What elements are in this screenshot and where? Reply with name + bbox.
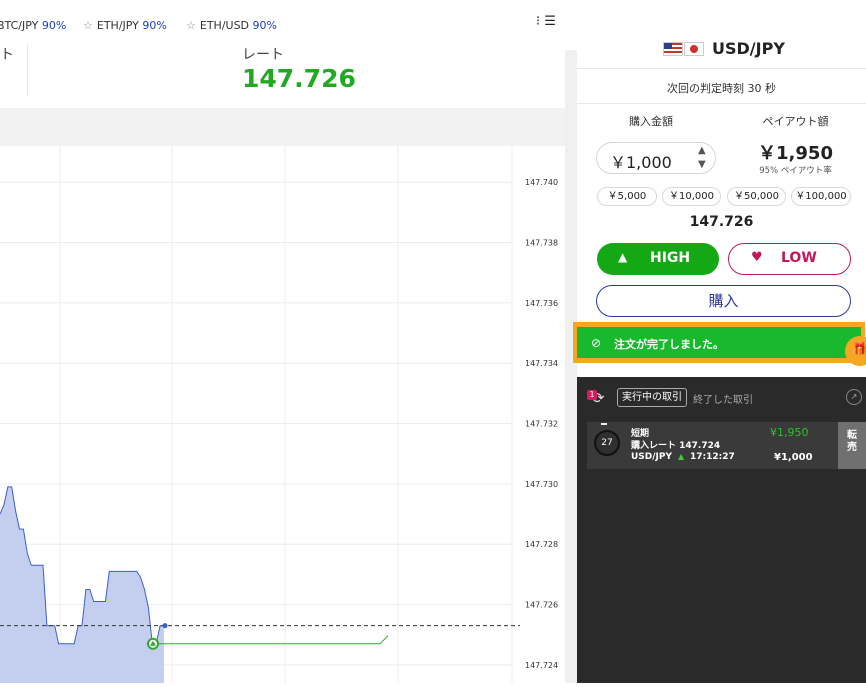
tab-closed-trades[interactable]: 終了した取引	[693, 391, 753, 406]
y-tick-label: 147.724	[525, 661, 558, 670]
current-point	[162, 623, 168, 629]
payout-rate: 95% ペイアウト率	[759, 166, 832, 176]
quick-amount-5000[interactable]: ￥5,000	[597, 187, 657, 206]
pair-name: ETH/USD	[199, 19, 250, 32]
pair-payout-pct: 90%	[142, 19, 167, 32]
buy-amount-label: 購入金額	[629, 115, 673, 128]
chart-canvas: 147.740 147.738 147.736 147.734 147.732 147.7…	[0, 146, 558, 683]
y-tick-label: 147.740	[525, 178, 558, 187]
trade-count-badge: 1	[587, 390, 597, 400]
series-area	[0, 486, 164, 683]
y-tick-label: 147.738	[525, 239, 558, 248]
trade-payout: ¥1,950	[770, 426, 809, 439]
purchase-label: 購入	[708, 292, 739, 310]
pair-title[interactable]: USD/JPY	[712, 39, 785, 58]
quick-amount-100000[interactable]: ￥100,000	[791, 187, 851, 206]
pair-name: BTC/JPY	[0, 19, 39, 32]
resell-label: 転売	[847, 430, 857, 453]
y-tick-label: 147.730	[525, 480, 558, 489]
external-link-icon[interactable]: ↗	[846, 389, 862, 405]
judgement-countdown: 次回の判定時刻 30 秒	[667, 82, 776, 95]
trade-amount: ¥1,000	[774, 452, 813, 463]
y-tick-label: 147.726	[525, 601, 558, 610]
triangle-up-icon: ▲	[678, 452, 685, 461]
chart-toolbar	[0, 108, 565, 146]
us-flag-icon	[663, 42, 683, 56]
gift-icon: 🎁	[852, 342, 866, 356]
menu-icon[interactable]: ⁝ ☰	[536, 14, 556, 29]
divider	[27, 44, 28, 96]
rate-label-truncated: ト	[0, 47, 14, 63]
star-icon[interactable]: ☆	[186, 19, 196, 32]
y-tick-label: 147.736	[525, 299, 558, 308]
rate-label: レート	[242, 47, 284, 63]
stepper-down-icon[interactable]: ▼	[698, 159, 706, 170]
payout-value: ￥1,950	[758, 143, 833, 164]
y-tick-label: 147.728	[525, 540, 558, 549]
timer-tick	[601, 423, 607, 425]
y-tick-label: 147.732	[525, 420, 558, 429]
trade-pair: USD/JPY	[631, 452, 673, 462]
quick-amount-10000[interactable]: ￥10,000	[662, 187, 721, 206]
pair-item-eth-jpy[interactable]: ☆ ETH/JPY 90%	[83, 19, 167, 32]
rate-value: 147.726	[242, 64, 356, 93]
triangle-up-icon: ▲	[618, 250, 628, 264]
y-tick-label: 147.734	[525, 359, 558, 368]
heart-down-icon: ♥	[751, 250, 763, 265]
pair-payout-pct: 90%	[252, 19, 277, 32]
pair-item-eth-usd[interactable]: ☆ ETH/USD 90%	[186, 19, 277, 32]
trade-rate: 購入レート 147.724	[631, 441, 721, 451]
divider	[577, 103, 866, 104]
amount-value[interactable]: ￥1,000	[610, 149, 672, 173]
toast-message: 注文が完了しました。	[614, 338, 724, 351]
entry-rate-line	[153, 635, 389, 645]
pair-name: ETH/JPY	[96, 19, 139, 32]
high-label: HIGH	[650, 250, 691, 266]
current-rate: 147.726	[689, 214, 754, 230]
scrollbar[interactable]	[565, 50, 577, 683]
countdown-timer: 27	[594, 430, 620, 456]
divider	[577, 68, 866, 69]
payout-label: ペイアウト額	[762, 115, 829, 128]
tab-active-trades[interactable]: 実行中の取引	[617, 388, 687, 407]
price-chart[interactable]: 147.740 147.738 147.736 147.734 147.732 147.7…	[0, 146, 565, 683]
star-icon[interactable]: ☆	[83, 19, 93, 32]
quick-amount-50000[interactable]: ￥50,000	[727, 187, 786, 206]
check-circle-icon: ⊘	[591, 336, 602, 350]
jp-flag-icon	[684, 42, 704, 56]
low-label: LOW	[781, 250, 817, 266]
pair-payout-pct: 90%	[41, 19, 67, 32]
pair-item-btc-jpy[interactable]: BTC/JPY 90%	[0, 19, 66, 32]
stepper-up-icon[interactable]: ▲	[698, 145, 706, 156]
trade-time: 17:12:27	[690, 452, 735, 462]
